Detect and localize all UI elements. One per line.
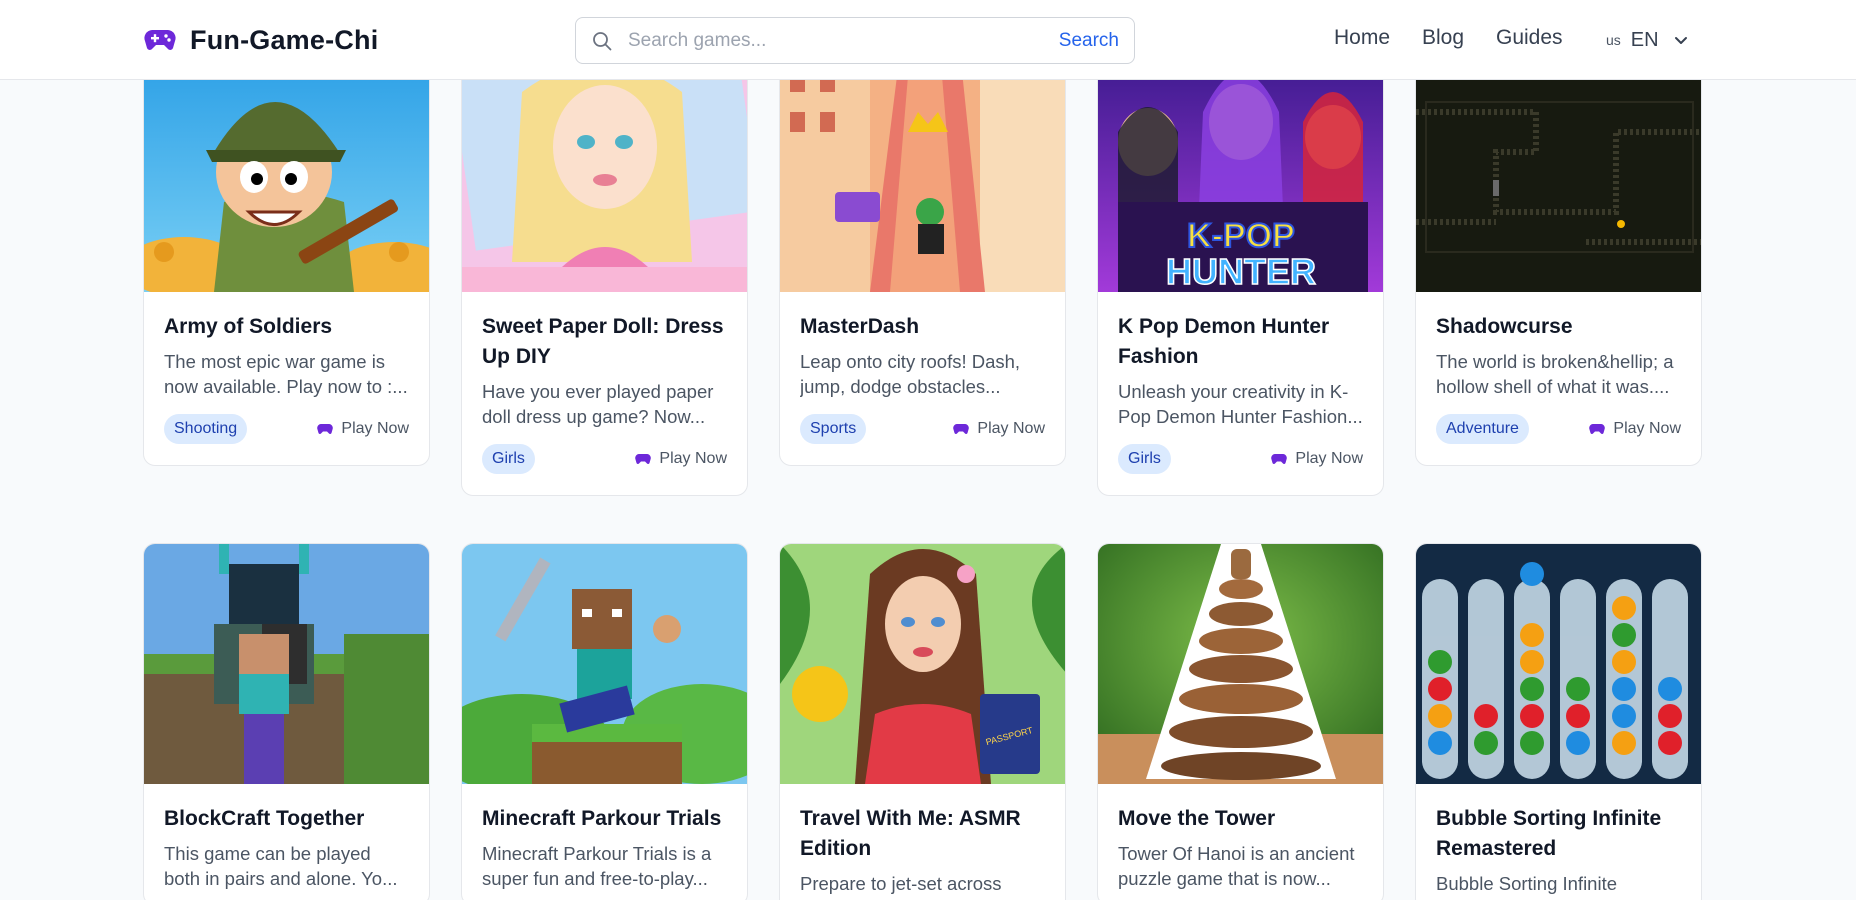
play-now-label: Play Now [1295,450,1363,467]
game-title[interactable]: MasterDash [800,312,1045,342]
search-icon [593,31,612,50]
gamepad-icon [635,454,652,464]
chevron-down-icon [1674,37,1687,44]
nav-blog[interactable]: Blog [1422,26,1464,50]
soldier-thumbnail [144,52,429,292]
site-logo[interactable]: Fun-Game-Chi [144,22,378,58]
game-card[interactable]: Bubble Sorting Infinite Remastered Bubbl… [1415,543,1702,900]
game-thumbnail [1416,544,1701,784]
site-title: Fun-Game-Chi [190,24,379,55]
gamepad-icon [144,30,176,50]
category-tag[interactable]: Adventure [1436,414,1529,444]
play-now-label: Play Now [1613,420,1681,437]
play-now-label: Play Now [977,420,1045,437]
parkour-thumbnail [462,544,747,784]
game-description: Unleash your creativity in K-Pop Demon H… [1118,381,1363,427]
nav-home[interactable]: Home [1334,26,1390,50]
game-title[interactable]: Move the Tower [1118,804,1363,834]
game-card[interactable]: Move the Tower Tower Of Hanoi is an anci… [1097,543,1384,900]
game-card[interactable]: Army of Soldiers The most epic war game … [143,51,430,466]
game-thumbnail: K-POP HUNTER [1098,52,1383,292]
game-title[interactable]: BlockCraft Together [164,804,409,834]
game-thumbnail [144,544,429,784]
gamepad-icon [317,424,334,434]
game-card[interactable]: BlockCraft Together This game can be pla… [143,543,430,900]
site-header: Fun-Game-Chi Search Home Blog Guides us … [0,0,1856,80]
game-description: Have you ever played paper doll dress up… [482,381,714,427]
play-now-link[interactable]: Play Now [1271,450,1363,468]
gamepad-icon [1589,424,1606,434]
bubble-tubes-thumbnail [1416,544,1701,784]
svg-text:K-POP: K-POP [1187,217,1295,255]
game-card[interactable]: Minecraft Parkour Trials Minecraft Parko… [461,543,748,900]
game-card[interactable]: PASSPORT Travel With Me: ASMR Edition Pr… [779,543,1066,900]
game-title[interactable]: Sweet Paper Doll: Dress Up DIY [482,312,727,372]
game-description: Tower Of Hanoi is an ancient puzzle game… [1118,843,1355,889]
game-description: The most epic war game is now available.… [164,351,408,397]
search-input[interactable] [628,29,1059,52]
kpop-hunter-thumbnail: K-POP HUNTER [1098,52,1383,292]
category-tag[interactable]: Girls [1118,444,1171,474]
search-button[interactable]: Search [1059,30,1119,52]
travel-girl-thumbnail: PASSPORT [780,544,1065,784]
game-thumbnail [462,544,747,784]
gamepad-icon [953,424,970,434]
paper-doll-thumbnail [462,52,747,292]
blockcraft-thumbnail [144,544,429,784]
game-card[interactable]: Sweet Paper Doll: Dress Up DIY Have you … [461,51,748,496]
play-now-link[interactable]: Play Now [953,420,1045,438]
language-selector[interactable]: us EN [1606,28,1689,52]
flag-icon: us [1606,32,1621,48]
svg-text:HUNTER: HUNTER [1166,251,1316,292]
game-title[interactable]: Minecraft Parkour Trials [482,804,727,834]
game-thumbnail [144,52,429,292]
game-thumbnail [1098,544,1383,784]
language-code: EN [1630,28,1659,51]
game-thumbnail [780,52,1065,292]
game-title[interactable]: Travel With Me: ASMR Edition [800,804,1045,864]
game-thumbnail: PASSPORT [780,544,1065,784]
game-title[interactable]: Shadowcurse [1436,312,1681,342]
gamepad-icon [1271,454,1288,464]
category-tag[interactable]: Sports [800,414,867,444]
play-now-link[interactable]: Play Now [1589,420,1681,438]
game-description: Prepare to jet-set across the... [800,873,1002,900]
play-now-label: Play Now [341,420,409,437]
play-now-label: Play Now [659,450,727,467]
play-now-link[interactable]: Play Now [635,450,727,468]
nav-guides[interactable]: Guides [1496,26,1563,50]
game-card[interactable]: K-POP HUNTER K Pop Demon Hunter Fashion … [1097,51,1384,496]
game-card[interactable]: MasterDash Leap onto city roofs! Dash, j… [779,51,1066,466]
game-description: This game can be played both in pairs an… [164,843,398,889]
play-now-link[interactable]: Play Now [317,420,409,438]
category-tag[interactable]: Shooting [164,414,248,444]
tower-thumbnail [1098,544,1383,784]
game-description: The world is broken&hellip; a hollow she… [1436,351,1674,397]
game-thumbnail [462,52,747,292]
dark-dungeon-thumbnail [1416,52,1701,292]
rooftop-runner-thumbnail [780,52,1065,292]
game-description: Leap onto city roofs! Dash, jump, dodge … [800,351,1021,397]
game-card[interactable]: Shadowcurse The world is broken&hellip; … [1415,51,1702,466]
game-description: Minecraft Parkour Trials is a super fun … [482,843,712,889]
category-tag[interactable]: Girls [482,444,535,474]
game-title[interactable]: Bubble Sorting Infinite Remastered [1436,804,1681,864]
game-title[interactable]: Army of Soldiers [164,312,409,342]
search-bar: Search [575,17,1135,64]
game-title[interactable]: K Pop Demon Hunter Fashion [1118,312,1363,372]
game-thumbnail [1416,52,1701,292]
game-description: Bubble Sorting Infinite [1436,873,1618,894]
